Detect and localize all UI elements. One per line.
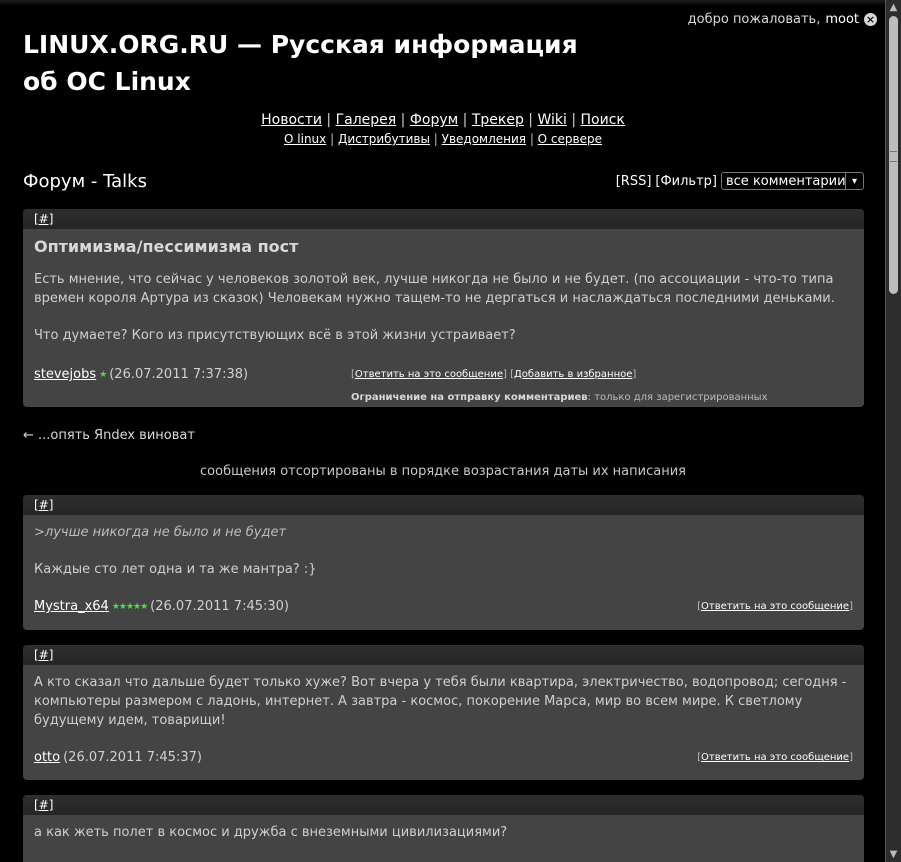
- topic-author-info: stevejobs ★ (26.07.2011 7:37:38): [34, 365, 248, 385]
- reply-link[interactable]: Ответить на это сообщение: [701, 752, 849, 763]
- comment-author[interactable]: Mystra_x64: [34, 599, 109, 614]
- topic-card: [#] Оптимизма/пессимизма пост Есть мнени…: [23, 209, 864, 407]
- comment-filter-select[interactable]: все комментарии ▾: [721, 172, 864, 190]
- comment-author[interactable]: otto: [34, 750, 60, 765]
- welcome-area: добро пожаловать, moot ×: [688, 12, 877, 27]
- topic-card-header: [#]: [23, 209, 864, 229]
- nav-tracker[interactable]: Трекер: [472, 112, 524, 128]
- comment-author-info: otto (26.07.2011 7:45:37): [34, 748, 202, 767]
- topic-footer: stevejobs ★ (26.07.2011 7:37:38) [Ответить…: [34, 365, 853, 407]
- comment-text: Каждые сто лет одна и та же мантра? :}: [34, 562, 317, 577]
- nav-forum[interactable]: Форум: [410, 112, 458, 128]
- nav-notifications[interactable]: Уведомления: [442, 132, 526, 146]
- site-title: LINUX.ORG.RU — Русская информация об ОС …: [23, 30, 578, 96]
- comment-footer: Mystra_x64 ★★★★★ (26.07.2011 7:45:30) [Отв…: [34, 597, 853, 617]
- comment-anchor-link[interactable]: [#]: [34, 798, 53, 812]
- close-icon[interactable]: ×: [864, 13, 877, 26]
- comment-author-info: Mystra_x64 ★★★★★ (26.07.2011 7:45:30): [34, 597, 289, 617]
- chevron-down-icon: ▾: [845, 173, 863, 189]
- comment-body: а как жеть полет в космос и дружба с вне…: [23, 815, 864, 848]
- forum-title: Форум - Talks: [23, 171, 147, 192]
- comment-card-header: [#]: [23, 495, 864, 515]
- reply-link[interactable]: Ответить на это сообщение: [355, 369, 503, 380]
- grip-icon: [890, 151, 897, 162]
- comment-limit-notice: Ограничение на отправку комментариев: то…: [351, 388, 853, 407]
- comment-text: а как жеть полет в космос и дружба с вне…: [34, 825, 508, 840]
- author-star-icon: ★: [99, 370, 107, 380]
- comment-body: >лучше никогда не было и не будет Каждые…: [23, 515, 864, 623]
- topic-actions-block: [Ответить на это сообщение] [Добавить в …: [351, 365, 853, 407]
- topic-paragraph-1: Есть мнение, что сейчас у человеков золо…: [34, 272, 835, 306]
- comment-actions: [Ответить на это сообщение]: [697, 601, 853, 612]
- sort-order-note: сообщения отсортированы в порядке возрас…: [200, 464, 686, 479]
- rss-link[interactable]: [RSS]: [616, 174, 652, 189]
- comment-date: (26.07.2011 7:45:30): [150, 599, 289, 614]
- topic-title: Оптимизма/пессимизма пост: [34, 237, 299, 256]
- comment-footer: otto (26.07.2011 7:45:37) [Ответить на эт…: [34, 748, 853, 767]
- add-favorite-link[interactable]: Добавить в избранное: [514, 369, 632, 380]
- scroll-thumb[interactable]: [889, 16, 898, 294]
- comment-quote: >лучше никогда не было и не будет: [34, 525, 287, 540]
- topic-actions: [Ответить на это сообщение] [Добавить в …: [351, 369, 637, 380]
- comment-card: [#] >лучше никогда не было и не будет Ка…: [23, 495, 864, 630]
- nav-about-linux[interactable]: О linux: [284, 132, 326, 146]
- comment-date: (26.07.2011 7:45:37): [63, 750, 202, 765]
- topic-body: Оптимизма/пессимизма пост Есть мнение, ч…: [23, 229, 864, 407]
- nav-about-server[interactable]: О сервере: [538, 132, 602, 146]
- topic-date: (26.07.2011 7:37:38): [109, 367, 249, 382]
- nav-news[interactable]: Новости: [261, 112, 322, 128]
- comment-anchor-link[interactable]: [#]: [34, 648, 53, 662]
- nav-distributions[interactable]: Дистрибутивы: [338, 132, 430, 146]
- filter-link[interactable]: [Фильтр]: [655, 174, 717, 189]
- nav-wiki[interactable]: Wiki: [537, 112, 566, 128]
- forum-page: добро пожаловать, moot × LINUX.ORG.RU — …: [0, 0, 886, 862]
- comment-card-header: [#]: [23, 645, 864, 665]
- topic-anchor-link[interactable]: [#]: [34, 212, 53, 226]
- comment-limit-label: Ограничение на отправку комментариев: [351, 392, 588, 403]
- topic-author[interactable]: stevejobs: [34, 367, 96, 382]
- vertical-scrollbar[interactable]: ▲ ▼: [885, 0, 901, 862]
- author-stars-icon: ★★★★★: [111, 602, 148, 612]
- previous-topic-link[interactable]: ← ...опять Яndex виноват: [23, 428, 195, 443]
- scroll-down-icon[interactable]: ▼: [886, 847, 901, 862]
- top-border: [0, 0, 886, 6]
- nav-search[interactable]: Поиск: [581, 112, 625, 128]
- topic-paragraph-2: Что думаете? Кого из присутствующих всё …: [34, 328, 516, 343]
- user-name[interactable]: moot: [825, 12, 859, 27]
- comment-filter-value: все комментарии: [726, 174, 846, 189]
- nav-gallery[interactable]: Галерея: [336, 112, 397, 128]
- reply-link[interactable]: Ответить на это сообщение: [701, 601, 849, 612]
- forum-filters: [RSS] [Фильтр] все комментарии ▾: [616, 172, 864, 190]
- comment-text: А кто сказал что дальше будет только хуж…: [34, 675, 847, 728]
- comment-card-header: [#]: [23, 795, 864, 815]
- comment-card: [#] А кто сказал что дальше будет только…: [23, 645, 864, 780]
- comment-card: [#] а как жеть полет в космос и дружба с…: [23, 795, 864, 862]
- comment-body: А кто сказал что дальше будет только хуж…: [23, 665, 864, 773]
- comment-anchor-link[interactable]: [#]: [34, 498, 53, 512]
- scroll-up-icon[interactable]: ▲: [886, 0, 901, 15]
- comment-actions: [Ответить на это сообщение]: [697, 752, 853, 763]
- secondary-navigation: О linux | Дистрибутивы | Уведомления | О…: [284, 132, 602, 146]
- welcome-text: добро пожаловать,: [687, 12, 821, 27]
- main-navigation: Новости | Галерея | Форум | Трекер | Wik…: [261, 112, 625, 128]
